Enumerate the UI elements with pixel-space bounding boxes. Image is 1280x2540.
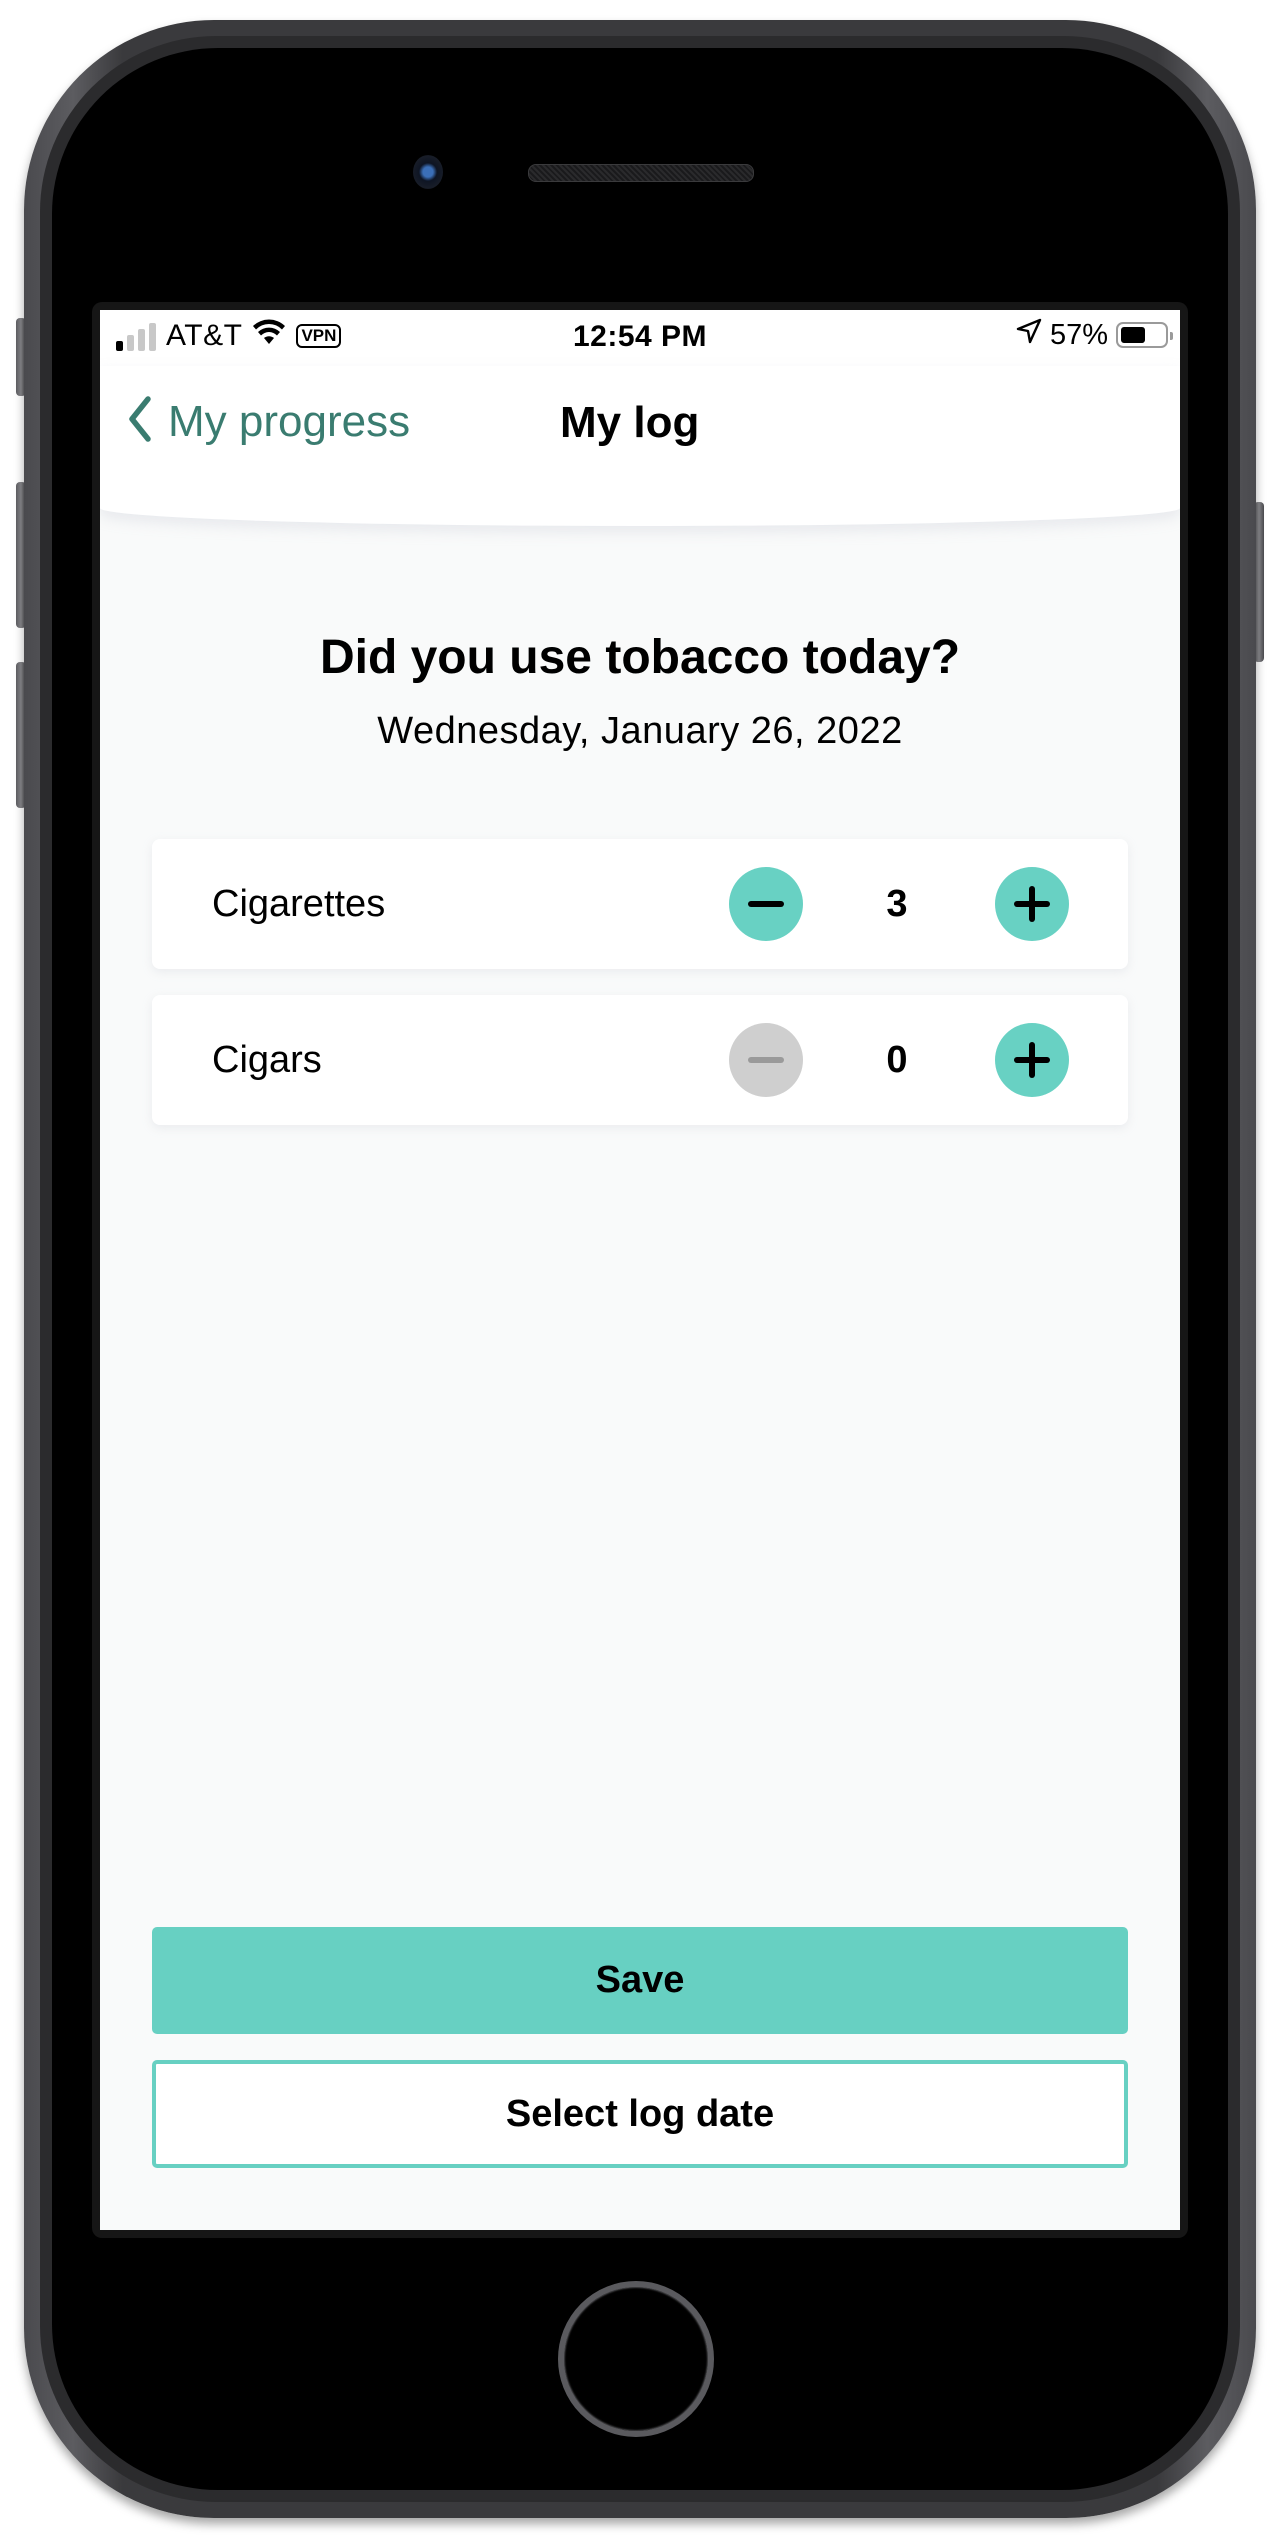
screen: AT&T VPN 12:54 PM 57% My progress My log… [100, 310, 1180, 2230]
select-log-date-button[interactable]: Select log date [152, 2060, 1128, 2168]
item-count: 0 [886, 1039, 908, 1081]
back-label: My progress [168, 396, 411, 446]
item-label: Cigars [212, 1039, 322, 1081]
battery-fill [1121, 327, 1145, 343]
increment-button[interactable] [995, 1023, 1069, 1097]
increment-button[interactable] [995, 867, 1069, 941]
log-date: Wednesday, January 26, 2022 [377, 710, 903, 752]
question-heading: Did you use tobacco today? [319, 631, 961, 684]
decrement-button[interactable] [729, 867, 803, 941]
item-label: Cigarettes [212, 883, 386, 925]
minus-icon [748, 901, 784, 907]
navigation-bar: My progress My log [100, 366, 1180, 526]
chevron-left-icon [128, 396, 152, 447]
back-button[interactable]: My progress [128, 396, 410, 447]
battery-icon [1116, 322, 1173, 348]
front-camera [413, 155, 443, 189]
status-bar: AT&T VPN 12:54 PM 57% [100, 310, 1180, 366]
save-button[interactable]: Save [152, 1927, 1128, 2034]
decrement-button[interactable] [729, 1023, 803, 1097]
item-count: 3 [886, 883, 908, 925]
tobacco-item-cigarettes: Cigarettes 3 [152, 839, 1128, 969]
minus-icon [748, 1057, 784, 1063]
earpiece-speaker [528, 164, 754, 182]
location-arrow-icon [1016, 318, 1042, 352]
battery-percent: 57% [1049, 318, 1108, 351]
tobacco-item-cigars: Cigars 0 [152, 995, 1128, 1125]
page-title: My log [560, 398, 700, 447]
home-button[interactable] [558, 2281, 714, 2437]
